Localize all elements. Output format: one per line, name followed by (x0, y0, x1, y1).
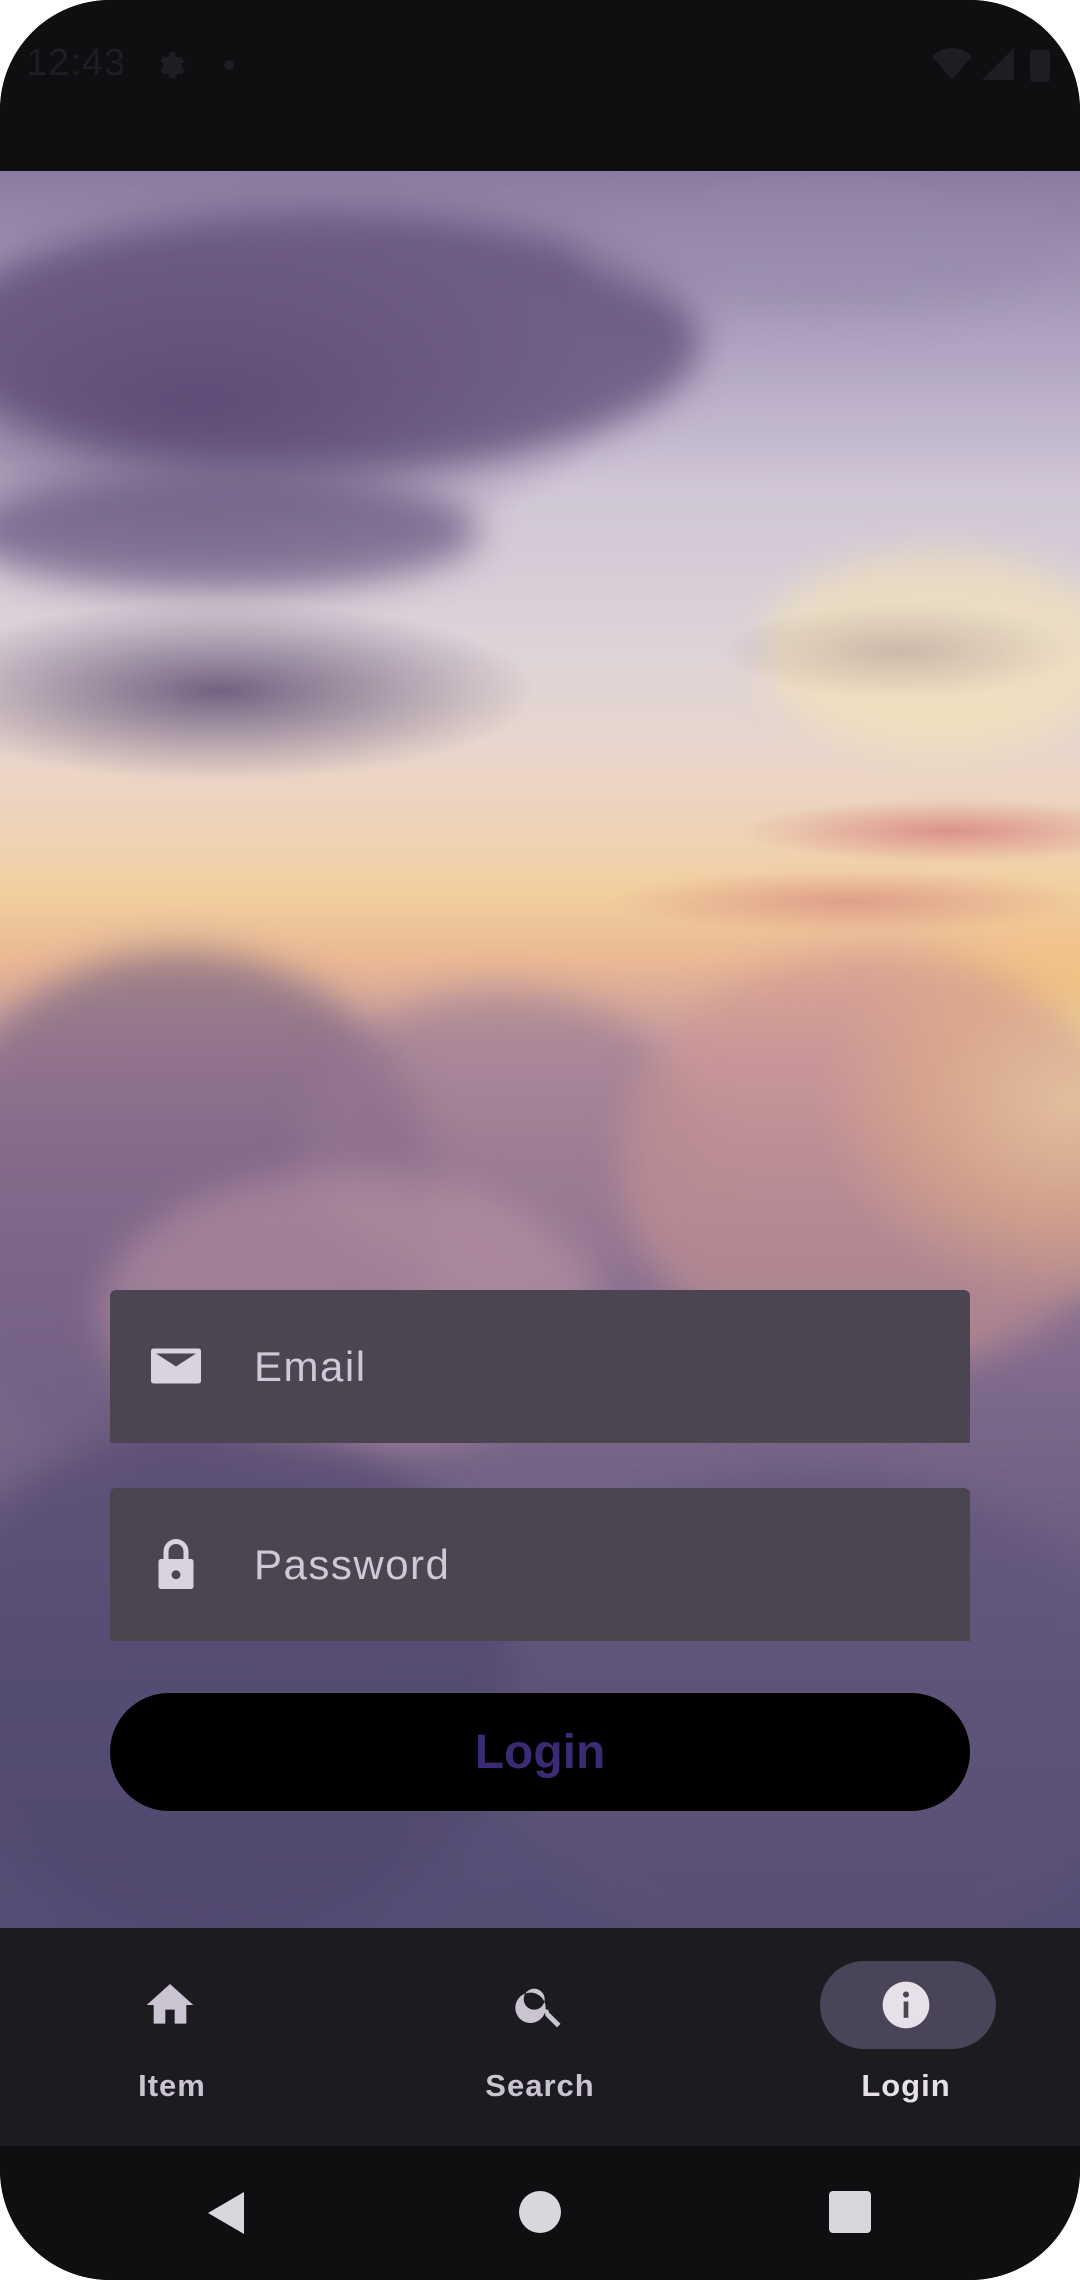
password-input[interactable] (254, 1488, 934, 1641)
top-app-bar (0, 135, 1080, 171)
background-sky-image (0, 171, 1080, 1928)
email-input[interactable] (254, 1290, 934, 1443)
status-icons (932, 48, 1050, 82)
search-icon (515, 1988, 561, 2028)
nav-item-login[interactable]: Login (720, 1928, 1080, 2146)
back-icon[interactable] (204, 2190, 248, 2236)
device-screen: 12:43 Email Login Item Search Login (0, 0, 1080, 2280)
login-button[interactable]: Login (110, 1693, 970, 1811)
nav-item-search[interactable]: Search (360, 1928, 720, 2146)
status-time: 12:43 (26, 42, 127, 84)
email-field-container[interactable] (110, 1290, 970, 1443)
settings-gear-icon (160, 52, 185, 79)
battery-icon (1030, 50, 1050, 82)
home-circle-icon[interactable] (518, 2190, 562, 2234)
home-icon (146, 1984, 194, 2024)
password-field-container[interactable] (110, 1488, 970, 1641)
wifi-icon (932, 48, 972, 80)
bottom-navigation-bar: Item Search Login (0, 1928, 1080, 2146)
status-bar: 12:43 (0, 0, 1080, 135)
signal-icon (982, 48, 1014, 80)
email-icon (151, 1348, 201, 1384)
nav-label-login: Login (861, 2068, 951, 2103)
recents-icon[interactable] (828, 2190, 872, 2234)
nav-label-search: Search (485, 2068, 595, 2103)
nav-label-item: Item (138, 2068, 206, 2103)
nav-item-item[interactable]: Item (0, 1928, 360, 2146)
system-navigation-bar (0, 2146, 1080, 2280)
lock-icon (158, 1539, 194, 1589)
notification-dot-icon (224, 60, 234, 70)
info-icon (882, 1981, 930, 2029)
